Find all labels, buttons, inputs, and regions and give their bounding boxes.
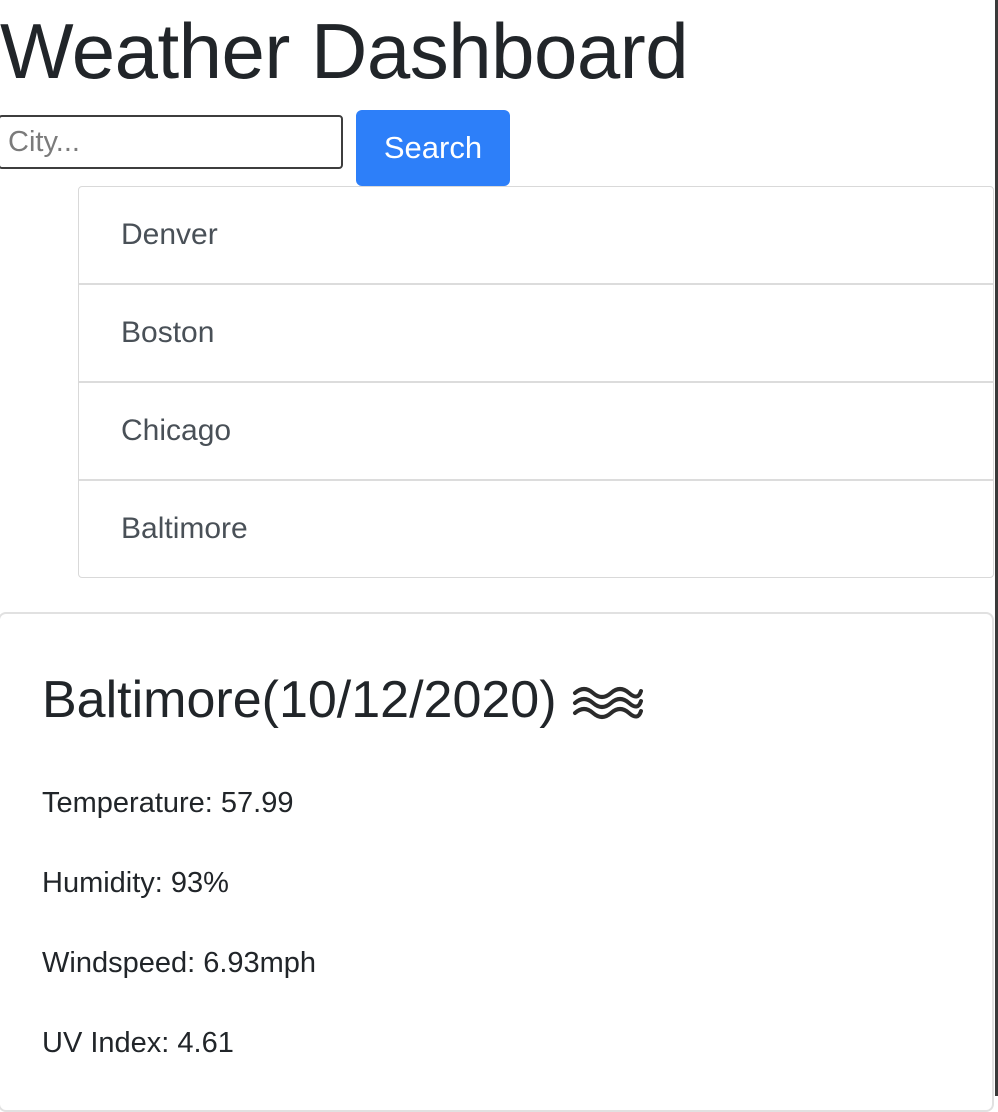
- current-weather-card: Baltimore(10/12/2020) Temperature: 57.99…: [0, 612, 994, 1112]
- search-button[interactable]: Search: [356, 110, 510, 186]
- history-item-chicago[interactable]: Chicago: [79, 383, 993, 481]
- temperature-text: Temperature: 57.99: [42, 787, 294, 819]
- city-search-input[interactable]: [0, 115, 343, 169]
- windspeed-text: Windspeed: 6.93mph: [42, 947, 317, 979]
- search-history-list: Denver Boston Chicago Baltimore: [78, 186, 994, 578]
- history-item-denver[interactable]: Denver: [79, 187, 993, 285]
- page-title: Weather Dashboard: [0, 7, 689, 95]
- city-date-label: Baltimore(10/12/2020): [42, 671, 557, 729]
- history-item-boston[interactable]: Boston: [79, 285, 993, 383]
- mist-icon: [571, 678, 643, 722]
- uv-index-text: UV Index: 4.61: [42, 1027, 234, 1059]
- history-item-baltimore[interactable]: Baltimore: [79, 481, 993, 577]
- humidity-text: Humidity: 93%: [42, 867, 229, 899]
- current-weather-heading: Baltimore(10/12/2020): [42, 670, 643, 730]
